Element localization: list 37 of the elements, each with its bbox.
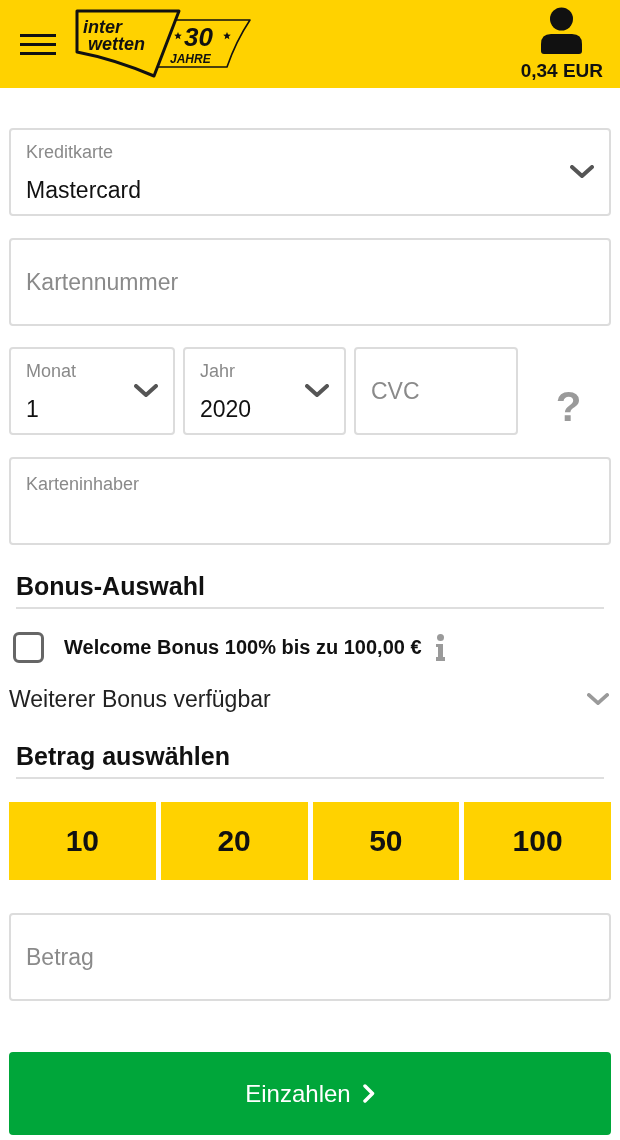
logo-text: 30 [184,22,213,52]
card-type-select[interactable]: Kreditkarte Mastercard [9,128,611,216]
month-select[interactable]: Monat 1 [9,347,175,435]
chevron-right-icon [362,1084,375,1103]
select-value: Mastercard [26,175,143,204]
info-icon[interactable] [434,633,446,661]
select-value: 1 [26,394,40,423]
more-bonus-toggle[interactable]: Weiterer Bonus verfügbar [9,684,611,714]
account-balance: 0,34 EUR [520,59,603,82]
amount-button[interactable]: 100 [464,802,611,880]
menu-icon[interactable] [20,33,56,55]
checkbox[interactable] [13,631,44,663]
field-label: Monat [26,359,78,382]
logo-text: wetten [88,34,145,54]
star-icon [174,32,182,40]
bonus-label: Welcome Bonus 100% bis zu 100,00 € [64,635,422,659]
card-number-input[interactable]: Kartennummer [9,238,611,326]
amount-button[interactable]: 50 [312,802,460,880]
section-title: Betrag auswählen [16,742,230,770]
chevron-down-icon [134,384,158,398]
logo-text: JAHRE [170,52,211,66]
logo-text: inter [83,17,122,37]
field-label: Jahr [200,359,236,382]
select-value: 2020 [200,394,253,423]
card-holder-input[interactable]: Karteninhaber [9,457,611,545]
amount-button[interactable]: 20 [160,802,308,880]
amount-input[interactable]: Betrag [9,913,611,1001]
field-label: Karteninhaber [26,473,141,495]
section-title: Bonus-Auswahl [16,572,205,600]
cvc-input[interactable]: CVC [354,347,518,435]
field-label: Kreditkarte [26,140,115,163]
amount-button[interactable]: 10 [9,802,156,880]
chevron-down-icon [305,384,329,398]
chevron-down-icon [570,165,594,179]
star-icon [223,32,231,40]
year-select[interactable]: Jahr 2020 [183,347,346,435]
user-icon[interactable] [541,6,583,54]
